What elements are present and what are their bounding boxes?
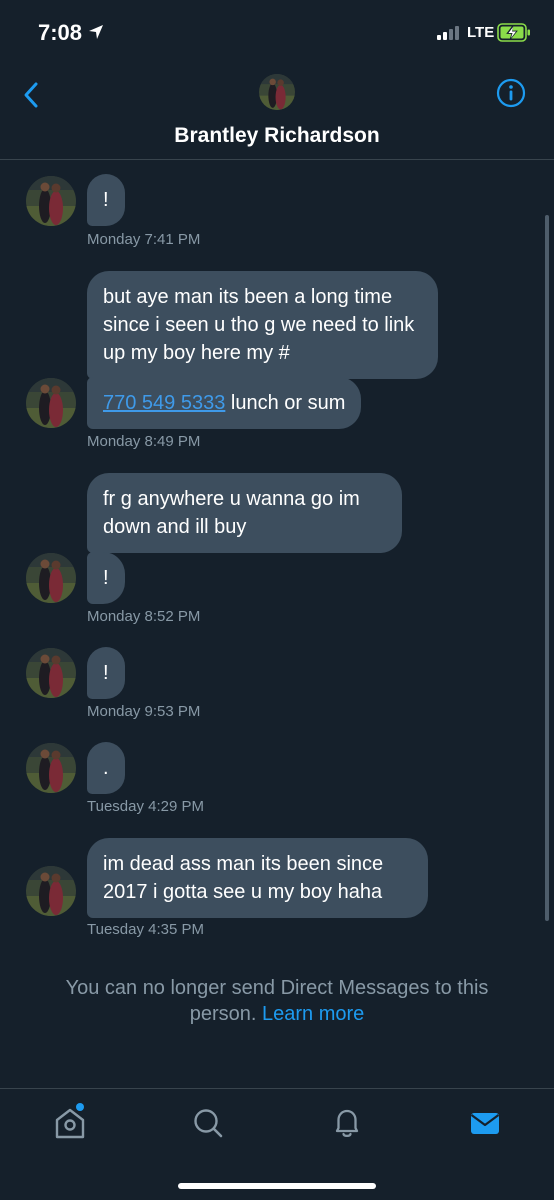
dm-disabled-notice: You can no longer send Direct Messages t… [30,975,524,1027]
message-text: lunch or sum [225,392,346,414]
message-bubble[interactable]: ! [87,647,125,699]
search-icon[interactable] [188,1103,228,1143]
message-bubble[interactable]: ! [87,174,125,226]
sender-avatar[interactable] [26,866,76,916]
chevron-left-icon[interactable] [20,80,44,110]
sender-avatar[interactable] [26,378,76,428]
status-time: 7:08 [38,20,83,45]
sender-avatar[interactable] [26,648,76,698]
message-list[interactable]: ! Monday 7:41 PM but aye man its been a … [0,161,554,1089]
message-timestamp: Monday 9:53 PM [87,703,201,720]
location-arrow-icon [89,25,103,39]
tab-bar [0,1088,554,1200]
message-timestamp: Monday 8:49 PM [87,433,201,450]
home-indicator[interactable] [178,1183,376,1189]
header-avatar[interactable] [259,74,295,110]
message-bubble[interactable]: ! [87,552,125,604]
conversation-header: Brantley Richardson [0,64,554,160]
sender-avatar[interactable] [26,553,76,603]
learn-more-link[interactable]: Learn more [262,1003,364,1025]
message-timestamp: Tuesday 4:35 PM [87,921,205,938]
message-timestamp: Tuesday 4:29 PM [87,798,205,815]
message-timestamp: Monday 8:52 PM [87,608,201,625]
scrollbar[interactable] [545,215,549,921]
phone-number-link[interactable]: 770 549 5333 [103,392,225,414]
message-bubble[interactable]: 770 549 5333 lunch or sum [87,377,362,429]
network-label: LTE [467,24,495,41]
signal-icon [437,26,463,40]
bell-icon[interactable] [327,1103,367,1143]
message-bubble[interactable]: . [87,742,125,794]
home-icon[interactable] [50,1103,90,1143]
message-bubble[interactable]: fr g anywhere u wanna go im down and ill… [87,473,402,553]
home-notification-dot [76,1103,84,1111]
message-bubble[interactable]: but aye man its been a long time since i… [87,271,438,379]
info-icon[interactable] [496,78,526,108]
battery-charging-icon [497,23,530,42]
status-bar: 7:08 LTE [0,0,554,64]
sender-avatar[interactable] [26,743,76,793]
sender-avatar[interactable] [26,176,76,226]
message-bubble[interactable]: im dead ass man its been since 2017 i go… [87,838,428,918]
contact-name[interactable]: Brantley Richardson [0,124,554,148]
mail-icon[interactable] [465,1103,505,1143]
message-timestamp: Monday 7:41 PM [87,231,201,248]
